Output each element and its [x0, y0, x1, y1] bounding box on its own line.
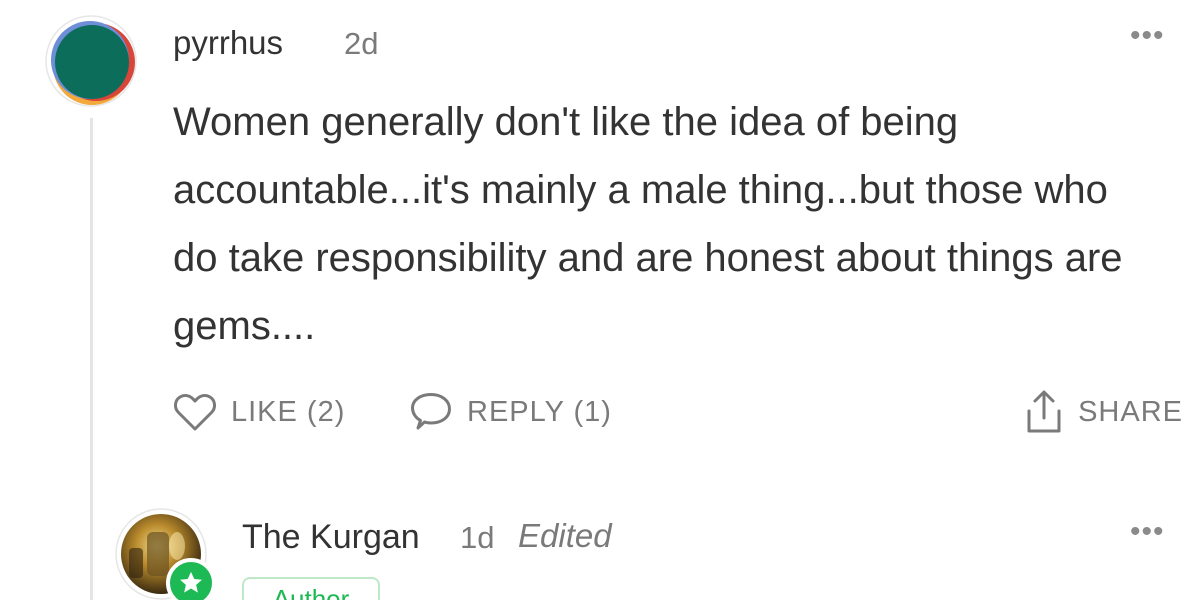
- comment-time[interactable]: 2d: [344, 26, 378, 62]
- more-dots-icon[interactable]: •••: [1130, 21, 1165, 51]
- edited-label: Edited: [518, 517, 612, 554]
- like-button[interactable]: LIKE (2): [173, 388, 345, 436]
- speech-bubble-icon: [411, 393, 451, 430]
- comment-author[interactable]: pyrrhus: [173, 24, 283, 62]
- star-icon: [166, 558, 216, 600]
- reply-author[interactable]: The Kurgan: [242, 518, 420, 557]
- avatar[interactable]: [45, 15, 137, 107]
- comment-actions: LIKE (2) REPLY (1) SHARE: [173, 388, 1183, 436]
- reply-label: REPLY (1): [467, 395, 612, 428]
- reply-button[interactable]: REPLY (1): [409, 388, 612, 436]
- heart-icon: [174, 393, 216, 431]
- share-icon: [1027, 390, 1061, 433]
- share-label: SHARE: [1078, 395, 1183, 428]
- comment-body: Women generally don't like the idea of b…: [173, 100, 1123, 348]
- more-dots-icon[interactable]: •••: [1130, 517, 1165, 547]
- thread-line: [90, 118, 93, 600]
- reply-time[interactable]: 1d: [460, 520, 494, 556]
- author-role-badge: Author: [242, 577, 380, 600]
- like-label: LIKE (2): [231, 395, 346, 428]
- share-button[interactable]: SHARE: [1024, 388, 1183, 436]
- comment-thread: pyrrhus 2d ••• Women generally don't lik…: [0, 0, 1200, 600]
